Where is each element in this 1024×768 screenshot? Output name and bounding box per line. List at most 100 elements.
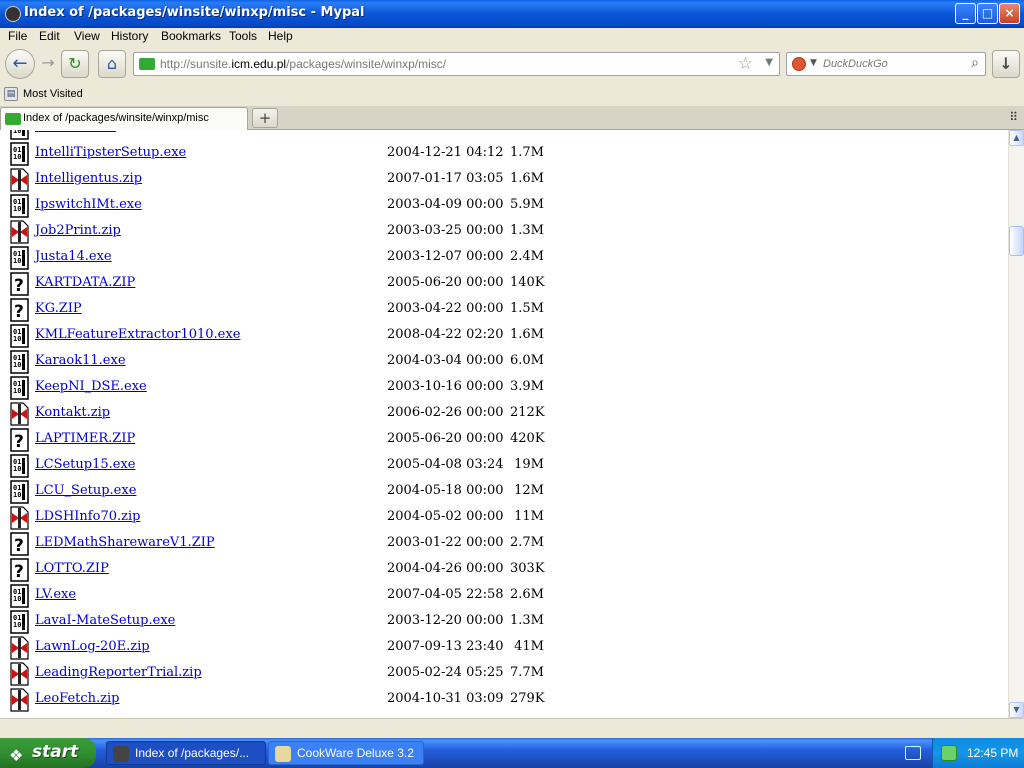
scroll-thumb[interactable]	[1009, 226, 1024, 256]
file-link[interactable]: KARTDATA.ZIP	[35, 275, 135, 290]
file-link[interactable]: KG.ZIP	[35, 301, 82, 316]
bookmark-star-icon[interactable]: ☆	[738, 54, 753, 74]
file-date: 2006-02-26 00:00	[387, 405, 504, 420]
scroll-up-arrow[interactable]: ▲	[1009, 130, 1024, 146]
file-link[interactable]: LavaI-MateSetup.exe	[35, 613, 175, 628]
unknown-file-icon[interactable]: ?	[10, 558, 30, 582]
file-link[interactable]: Intelligentus.zip	[35, 171, 142, 186]
binary-file-icon[interactable]: 0110	[10, 610, 30, 634]
compressed-file-icon[interactable]	[10, 506, 30, 530]
file-link[interactable]: IpswitchIMt.exe	[35, 197, 142, 212]
file-row: ? LAPTIMER.ZIP 2005-06-20 00:00 420K	[0, 428, 1008, 452]
file-link[interactable]: Kontakt.zip	[35, 405, 110, 420]
menu-bookmarks[interactable]: Bookmarks	[161, 29, 221, 43]
menu-view[interactable]: View	[74, 29, 100, 43]
tab-current[interactable]: Index of /packages/winsite/winxp/misc	[0, 107, 248, 130]
unknown-file-icon[interactable]: ?	[10, 428, 30, 452]
binary-file-icon[interactable]: 0110	[10, 454, 30, 478]
file-link[interactable]: IntelliTipsterSetup.exe	[35, 145, 186, 160]
file-link[interactable]: LCU_Setup.exe	[35, 483, 136, 498]
compressed-file-icon[interactable]	[10, 220, 30, 244]
mypal-app-icon[interactable]	[5, 6, 21, 22]
compressed-file-icon[interactable]	[10, 636, 30, 660]
binary-file-icon[interactable]: 0110	[10, 584, 30, 608]
file-date: 2007-01-17 03:05	[387, 171, 504, 186]
forward-button[interactable]: →	[34, 50, 62, 78]
reload-button[interactable]: ↻	[61, 50, 89, 78]
file-size: 1.3M	[510, 613, 544, 628]
file-link[interactable]: LAPTIMER.ZIP	[35, 431, 135, 446]
file-link[interactable]: LV.exe	[35, 587, 76, 602]
back-button[interactable]: ←	[5, 49, 35, 79]
search-bar[interactable]: ▼ DuckDuckGo ⌕	[786, 52, 986, 76]
binary-file-icon[interactable]: 0110	[10, 194, 30, 218]
compressed-file-icon[interactable]	[10, 402, 30, 426]
scroll-down-arrow[interactable]: ▼	[1009, 702, 1024, 718]
downloads-button[interactable]: ↓	[992, 50, 1020, 78]
menu-help[interactable]: Help	[268, 29, 293, 43]
binary-file-icon[interactable]: 0110	[10, 130, 30, 140]
file-link[interactable]: KMLFeatureExtractor1010.exe	[35, 327, 240, 342]
keyboard-icon[interactable]	[905, 746, 921, 760]
file-link[interactable]: LeoFetch.zip	[35, 691, 120, 706]
file-date: 2003-10-16 00:00	[387, 379, 504, 394]
engine-dropdown-icon[interactable]: ▼	[810, 58, 817, 68]
file-size: 41M	[514, 639, 544, 654]
menu-history[interactable]: History	[111, 29, 148, 43]
url-text[interactable]: http://sunsite.icm.edu.pl/packages/winsi…	[160, 57, 446, 71]
clock[interactable]: 12:45 PM	[967, 746, 1018, 760]
unknown-file-icon[interactable]: ?	[10, 298, 30, 322]
system-tray: 12:45 PM	[932, 738, 1024, 768]
search-input[interactable]: DuckDuckGo	[823, 58, 888, 70]
binary-file-icon[interactable]: 0110	[10, 324, 30, 348]
taskbar-item-mypal[interactable]: Index of /packages/...	[106, 741, 266, 765]
binary-file-icon[interactable]: 0110	[10, 350, 30, 374]
taskbar-item-cookware[interactable]: CookWare Deluxe 3.2	[268, 741, 424, 765]
file-date: 2005-06-20 00:00	[387, 431, 504, 446]
duckduckgo-icon[interactable]	[792, 57, 806, 71]
file-row: ? KARTDATA.ZIP 2005-06-20 00:00 140K	[0, 272, 1008, 296]
menu-file[interactable]: File	[8, 29, 27, 43]
bookmark-most-visited[interactable]: Most Visited	[23, 88, 83, 100]
network-tray-icon[interactable]	[941, 745, 957, 761]
svg-text:10: 10	[13, 130, 21, 135]
binary-file-icon[interactable]: 0110	[10, 480, 30, 504]
maximize-button[interactable]: □	[977, 3, 998, 24]
compressed-file-icon[interactable]	[10, 688, 30, 712]
url-dropdown-icon[interactable]: ▼	[765, 57, 773, 68]
compressed-file-icon[interactable]	[10, 168, 30, 192]
binary-file-icon[interactable]: 0110	[10, 376, 30, 400]
url-bar[interactable]: http://sunsite.icm.edu.pl/packages/winsi…	[133, 52, 780, 76]
compressed-file-icon[interactable]	[10, 662, 30, 686]
search-icon[interactable]: ⌕	[971, 55, 979, 71]
back-arrow-icon: ←	[12, 53, 28, 74]
unknown-file-icon[interactable]: ?	[10, 272, 30, 296]
menu-tools[interactable]: Tools	[229, 29, 257, 43]
file-link[interactable]: LeadingReporterTrial.zip	[35, 665, 202, 680]
vertical-scrollbar[interactable]: ▲ ▼	[1008, 130, 1024, 718]
site-identity-icon[interactable]	[139, 58, 155, 70]
file-link[interactable]: LOTTO.ZIP	[35, 561, 109, 576]
new-tab-button[interactable]: +	[252, 108, 278, 128]
close-button[interactable]: ×	[999, 3, 1020, 24]
menu-edit[interactable]: Edit	[39, 29, 60, 43]
home-button[interactable]: ⌂	[98, 50, 126, 78]
cookware-taskbar-icon	[275, 746, 291, 762]
file-link[interactable]: Job2Print.zip	[35, 223, 121, 238]
file-link[interactable]: LDSHInfo70.zip	[35, 509, 140, 524]
minimize-button[interactable]: _	[955, 3, 976, 24]
start-button[interactable]: ❖ start	[0, 738, 96, 768]
unknown-file-icon[interactable]: ?	[10, 532, 30, 556]
file-link[interactable]: LEDMathSharewareV1.ZIP	[35, 535, 215, 550]
binary-file-icon[interactable]: 0110	[10, 246, 30, 270]
binary-file-icon[interactable]: 0110	[10, 142, 30, 166]
file-link[interactable]: Karaok11.exe	[35, 353, 126, 368]
file-link[interactable]: Installer.exe	[35, 130, 116, 134]
list-all-tabs-icon[interactable]: ⠿	[1009, 110, 1018, 124]
file-date: 2007-09-13 23:40	[387, 639, 504, 654]
bookmarks-toolbar: ▤ Most Visited	[0, 82, 1024, 106]
file-link[interactable]: Justa14.exe	[35, 249, 112, 264]
file-link[interactable]: LCSetup15.exe	[35, 457, 136, 472]
file-link[interactable]: LawnLog-20E.zip	[35, 639, 150, 654]
file-link[interactable]: KeepNI_DSE.exe	[35, 379, 147, 394]
